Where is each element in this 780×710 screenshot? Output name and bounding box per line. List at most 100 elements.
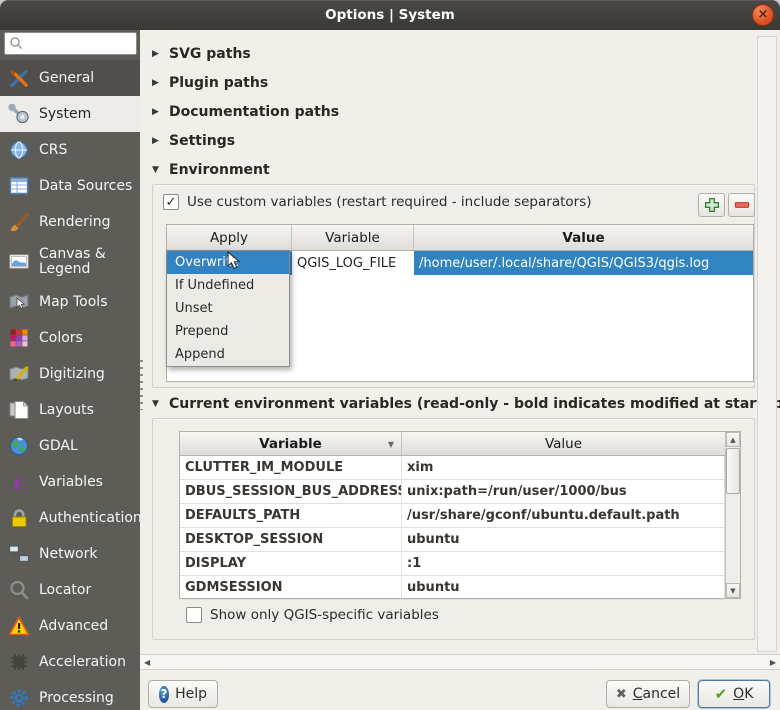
column-header-variable[interactable]: Variable ▼ [180,432,402,455]
section-current-env[interactable]: ▼ Current environment variables (read-on… [150,395,780,413]
custom-variables-header: Apply Variable Value [167,225,753,251]
sidebar-item-colors[interactable]: Colors [0,320,140,356]
current-env-header: Variable ▼ Value [180,432,725,456]
table-vertical-scrollbar[interactable]: ▲ ▼ [725,432,740,598]
sidebar-item-authentication[interactable]: Authentication [0,500,140,536]
main-panel: ▶ SVG paths ▶ Plugin paths ▶ Documentati… [140,30,780,710]
sidebar-item-advanced[interactable]: Advanced [0,608,140,644]
plus-icon [703,196,721,214]
chevron-right-icon: ▶ [150,136,161,146]
current-env-group: Variable ▼ Value CLUTTER_IM_MODULE xim D… [152,418,755,640]
value-cell[interactable]: /home/user/.local/share/QGIS/QGIS3/qgis.… [414,251,753,275]
search-input[interactable] [4,32,137,55]
add-variable-button[interactable] [698,193,725,217]
section-documentation-paths[interactable]: ▶ Documentation paths [150,103,339,121]
ok-button[interactable]: ✔ OK [698,680,770,708]
ok-label: OK [733,686,753,702]
env-row[interactable]: DISPLAY :1 [180,552,725,576]
sidebar-item-processing[interactable]: Processing [0,680,140,710]
panel-horizontal-scrollbar[interactable]: ◀ ▶ [140,654,780,670]
sidebar-item-canvas-legend[interactable]: Canvas & Legend [0,240,140,284]
scroll-up-icon[interactable]: ▲ [726,432,740,447]
color-swatches-icon [6,326,32,350]
splitter-handle[interactable] [140,360,143,410]
sidebar-item-data-sources[interactable]: Data Sources [0,168,140,204]
tools-icon [6,66,32,90]
map-pencil-icon [6,362,32,386]
section-label: SVG paths [169,46,251,62]
sidebar-item-digitizing[interactable]: Digitizing [0,356,140,392]
sidebar-item-acceleration[interactable]: Acceleration [0,644,140,680]
minus-icon [733,196,751,214]
column-header-value[interactable]: Value [414,225,753,250]
page-icon [6,398,32,422]
show-only-qgis-checkbox[interactable] [186,607,202,623]
show-only-qgis-label: Show only QGIS-specific variables [210,607,439,623]
scroll-down-icon[interactable]: ▼ [726,583,740,598]
use-custom-variables-label: Use custom variables (restart required -… [187,194,592,210]
search-box [4,32,137,55]
current-env-table: Variable ▼ Value CLUTTER_IM_MODULE xim D… [179,431,741,599]
help-button[interactable]: ? Help [148,680,218,708]
gdal-globe-icon [6,434,32,458]
wrench-gear-icon [6,102,32,126]
env-row[interactable]: DEFAULTS_PATH /usr/share/gconf/ubuntu.de… [180,504,725,528]
globe-icon [6,138,32,162]
map-cursor-icon [6,290,32,314]
help-icon: ? [159,686,169,703]
dropdown-option-unset[interactable]: Unset [167,297,289,320]
section-environment[interactable]: ▼ Environment [150,161,270,179]
environment-group: ✓ Use custom variables (restart required… [152,184,755,388]
sidebar-item-general[interactable]: General [0,60,140,96]
titlebar[interactable]: Options | System × [0,0,780,30]
section-plugin-paths[interactable]: ▶ Plugin paths [150,74,268,92]
section-settings[interactable]: ▶ Settings [150,132,235,150]
dropdown-option-prepend[interactable]: Prepend [167,320,289,343]
column-header-value[interactable]: Value [402,432,725,455]
section-label: Current environment variables (read-only… [169,396,780,412]
column-header-apply[interactable]: Apply [167,225,292,250]
sidebar-item-locator[interactable]: Locator [0,572,140,608]
check-icon: ✔ [715,685,728,703]
panel-vertical-scrollbar[interactable] [757,36,777,652]
scroll-left-icon[interactable]: ◀ [144,658,150,667]
magnifier-icon [6,578,32,602]
sidebar-nav: General System CRS Data Sources Renderin… [0,60,140,710]
sidebar-item-rendering[interactable]: Rendering [0,204,140,240]
cancel-button[interactable]: ✖ Cancel [606,680,690,708]
env-row[interactable]: CLUTTER_IM_MODULE xim [180,456,725,480]
chevron-down-icon: ▼ [150,165,161,175]
options-dialog: Options | System × General System CRS [0,0,780,710]
remove-variable-button[interactable] [728,193,755,217]
section-label: Plugin paths [169,75,268,91]
mouse-cursor-icon [227,251,242,271]
sort-descending-icon[interactable]: ▼ [388,440,394,449]
chevron-right-icon: ▶ [150,107,161,117]
sidebar-item-layouts[interactable]: Layouts [0,392,140,428]
scroll-right-icon[interactable]: ▶ [770,658,776,667]
chip-icon [6,650,32,674]
env-row[interactable]: DBUS_SESSION_BUS_ADDRESS unix:path=/run/… [180,480,725,504]
column-header-variable[interactable]: Variable [292,225,414,250]
sidebar-item-gdal[interactable]: GDAL [0,428,140,464]
section-svg-paths[interactable]: ▶ SVG paths [150,45,251,63]
use-custom-variables-checkbox[interactable]: ✓ [163,194,179,210]
gear-icon [6,686,32,710]
lock-icon [6,506,32,530]
sidebar-item-system[interactable]: System [0,96,140,132]
scrollbar-thumb[interactable] [726,448,740,494]
section-label: Settings [169,133,235,149]
variable-cell[interactable]: QGIS_LOG_FILE [292,251,414,275]
env-row[interactable]: DESKTOP_SESSION ubuntu [180,528,725,552]
canvas-map-icon [6,250,32,274]
dropdown-option-append[interactable]: Append [167,343,289,366]
sidebar-item-map-tools[interactable]: Map Tools [0,284,140,320]
chevron-right-icon: ▶ [150,78,161,88]
window-title: Options | System [0,0,780,30]
close-icon[interactable]: × [752,4,774,26]
dropdown-option-if-undefined[interactable]: If Undefined [167,274,289,297]
sidebar-item-variables[interactable]: ε Variables [0,464,140,500]
sidebar-item-network[interactable]: Network [0,536,140,572]
env-row[interactable]: GDMSESSION ubuntu [180,576,725,600]
sidebar-item-crs[interactable]: CRS [0,132,140,168]
